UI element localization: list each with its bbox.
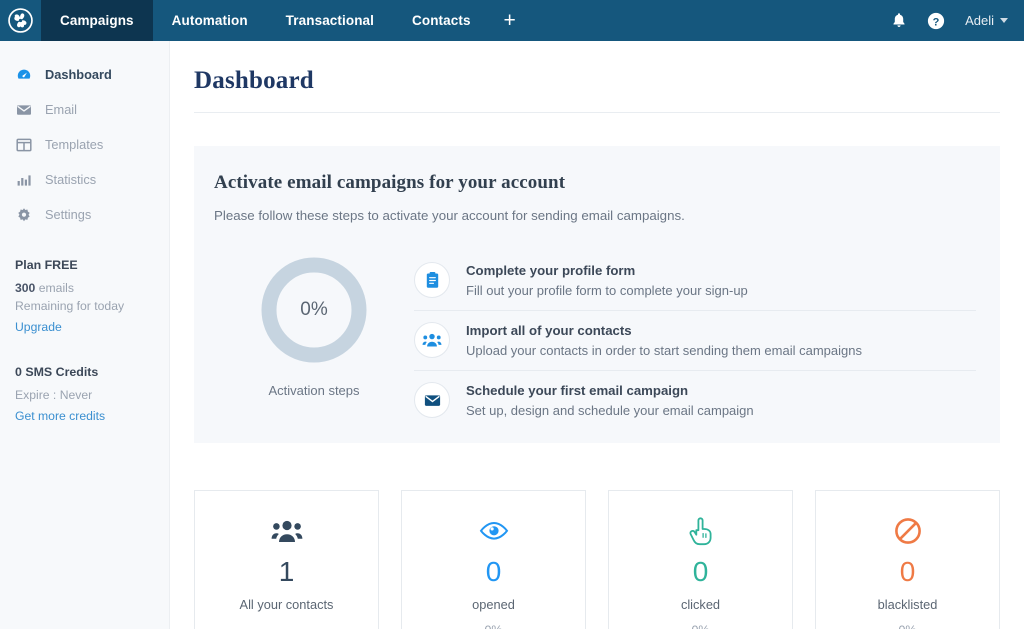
sidebar-item-templates[interactable]: Templates xyxy=(0,127,169,162)
sidebar-item-statistics[interactable]: Statistics xyxy=(0,162,169,197)
app-logo[interactable] xyxy=(0,0,41,41)
dashboard-gauge-icon xyxy=(15,66,32,83)
sidebar-item-label: Settings xyxy=(45,207,92,222)
stat-card-opened[interactable]: 0 opened 0% xyxy=(401,490,586,629)
sidebar-item-settings[interactable]: Settings xyxy=(0,197,169,232)
help-button[interactable]: ? xyxy=(927,12,945,30)
stat-label: blacklisted xyxy=(877,597,938,612)
eye-icon xyxy=(478,515,510,547)
stat-value: 1 xyxy=(278,556,295,587)
activation-progress: 0% Activation steps xyxy=(214,251,414,430)
stat-value: 0 xyxy=(485,556,502,587)
sidebar-item-label: Email xyxy=(45,102,77,117)
activation-donut-chart: 0% xyxy=(261,257,367,363)
stat-card-contacts[interactable]: 1 All your contacts xyxy=(194,490,379,629)
user-menu-label: Adeli xyxy=(965,13,994,28)
help-circle-icon: ? xyxy=(927,12,945,29)
contacts-group-icon xyxy=(271,515,303,547)
activation-subtitle: Please follow these steps to activate yo… xyxy=(214,208,685,223)
chevron-down-icon xyxy=(1000,18,1008,23)
envelope-icon xyxy=(414,382,450,418)
pinwheel-logo-icon xyxy=(8,8,33,33)
navbar-right-actions: ? Adeli xyxy=(891,0,1024,41)
activation-step-desc: Upload your contacts in order to start s… xyxy=(466,342,862,358)
activation-step-text: Complete your profile form Fill out your… xyxy=(466,263,748,298)
main-content: Dashboard Activate email campaigns for y… xyxy=(170,41,1024,629)
top-navbar: Campaigns Automation Transactional Conta… xyxy=(0,0,1024,41)
upgrade-link[interactable]: Upgrade xyxy=(15,320,62,334)
blocked-circle-icon xyxy=(894,515,922,547)
stat-percent: 0% xyxy=(692,623,710,629)
sms-credits-section: 0 SMS Credits Expire : Never Get more cr… xyxy=(0,336,169,425)
stat-value: 0 xyxy=(692,556,709,587)
stat-card-blacklisted[interactable]: 0 blacklisted 0% xyxy=(815,490,1000,629)
sms-expire: Expire : Never xyxy=(15,388,93,402)
activation-steps-list: Complete your profile form Fill out your… xyxy=(414,251,980,430)
sidebar-item-label: Dashboard xyxy=(45,67,112,82)
stat-value: 0 xyxy=(899,556,916,587)
sidebar-item-dashboard[interactable]: Dashboard xyxy=(0,57,169,92)
template-columns-icon xyxy=(15,136,32,153)
nav-tab-campaigns[interactable]: Campaigns xyxy=(41,0,153,41)
nav-tab-label: Transactional xyxy=(285,13,375,28)
sidebar-item-label: Statistics xyxy=(45,172,97,187)
activation-card: Activate email campaigns for your accoun… xyxy=(194,146,1000,443)
svg-text:?: ? xyxy=(933,16,940,28)
nav-tab-contacts[interactable]: Contacts xyxy=(393,0,490,41)
dashboard-page: Campaigns Automation Transactional Conta… xyxy=(0,0,1024,629)
activation-step-title: Schedule your first email campaign xyxy=(466,382,689,398)
contacts-group-icon xyxy=(414,322,450,358)
activation-step-campaign[interactable]: Schedule your first email campaign Set u… xyxy=(414,371,976,430)
add-new-button[interactable]: + xyxy=(490,0,530,41)
activation-step-text: Schedule your first email campaign Set u… xyxy=(466,383,754,418)
title-divider xyxy=(194,112,1000,113)
activation-step-desc: Set up, design and schedule your email c… xyxy=(466,402,754,418)
page-title: Dashboard xyxy=(194,67,314,94)
activation-title: Activate email campaigns for your accoun… xyxy=(214,172,566,193)
stat-card-clicked[interactable]: 0 clicked 0% xyxy=(608,490,793,629)
activation-step-title: Import all of your contacts xyxy=(466,322,632,338)
sidebar-item-email[interactable]: Email xyxy=(0,92,169,127)
plan-remaining: Remaining for today xyxy=(15,299,125,313)
activation-step-contacts[interactable]: Import all of your contacts Upload your … xyxy=(414,311,976,371)
notifications-button[interactable] xyxy=(891,12,907,29)
pointing-hand-icon xyxy=(688,515,714,547)
stat-label: clicked xyxy=(680,597,721,612)
nav-tab-label: Contacts xyxy=(412,13,471,28)
sidebar: Dashboard Email Templates Statistics Set… xyxy=(0,41,170,629)
nav-tab-automation[interactable]: Automation xyxy=(153,0,267,41)
plan-quota-amount: 300 xyxy=(15,281,36,295)
plan-title: Plan FREE xyxy=(15,258,78,272)
activation-percent-value: 0% xyxy=(300,299,328,320)
stat-percent: 0% xyxy=(485,623,503,629)
clipboard-profile-icon xyxy=(414,262,450,298)
plan-section: Plan FREE 300 emails Remaining for today… xyxy=(0,232,169,336)
plan-quota: 300 emails xyxy=(15,279,169,297)
envelope-icon xyxy=(15,101,32,118)
get-more-credits-link[interactable]: Get more credits xyxy=(15,409,105,423)
notification-bell-icon xyxy=(893,13,905,27)
gear-icon xyxy=(15,206,32,223)
navbar-tabs: Campaigns Automation Transactional Conta… xyxy=(41,0,530,41)
nav-tab-transactional[interactable]: Transactional xyxy=(267,0,393,41)
activation-body: 0% Activation steps Complete your profil… xyxy=(214,251,980,430)
activation-step-title: Complete your profile form xyxy=(466,262,636,278)
user-menu[interactable]: Adeli xyxy=(965,13,1008,28)
stat-label: opened xyxy=(472,597,515,612)
stats-row: 1 All your contacts 0 opened 0% xyxy=(194,490,1000,629)
stat-percent: 0% xyxy=(899,623,917,629)
nav-tab-label: Automation xyxy=(171,13,248,28)
activation-step-text: Import all of your contacts Upload your … xyxy=(466,323,862,358)
stat-label: All your contacts xyxy=(239,597,334,612)
sms-credits-title: 0 SMS Credits xyxy=(15,365,99,379)
plan-quota-unit: emails xyxy=(38,281,74,295)
activation-step-desc: Fill out your profile form to complete y… xyxy=(466,282,748,298)
activation-caption: Activation steps xyxy=(268,383,360,398)
plus-icon: + xyxy=(503,9,516,32)
nav-tab-label: Campaigns xyxy=(60,13,134,28)
bar-chart-icon xyxy=(15,171,32,188)
activation-step-profile[interactable]: Complete your profile form Fill out your… xyxy=(414,251,976,311)
sidebar-item-label: Templates xyxy=(45,137,104,152)
